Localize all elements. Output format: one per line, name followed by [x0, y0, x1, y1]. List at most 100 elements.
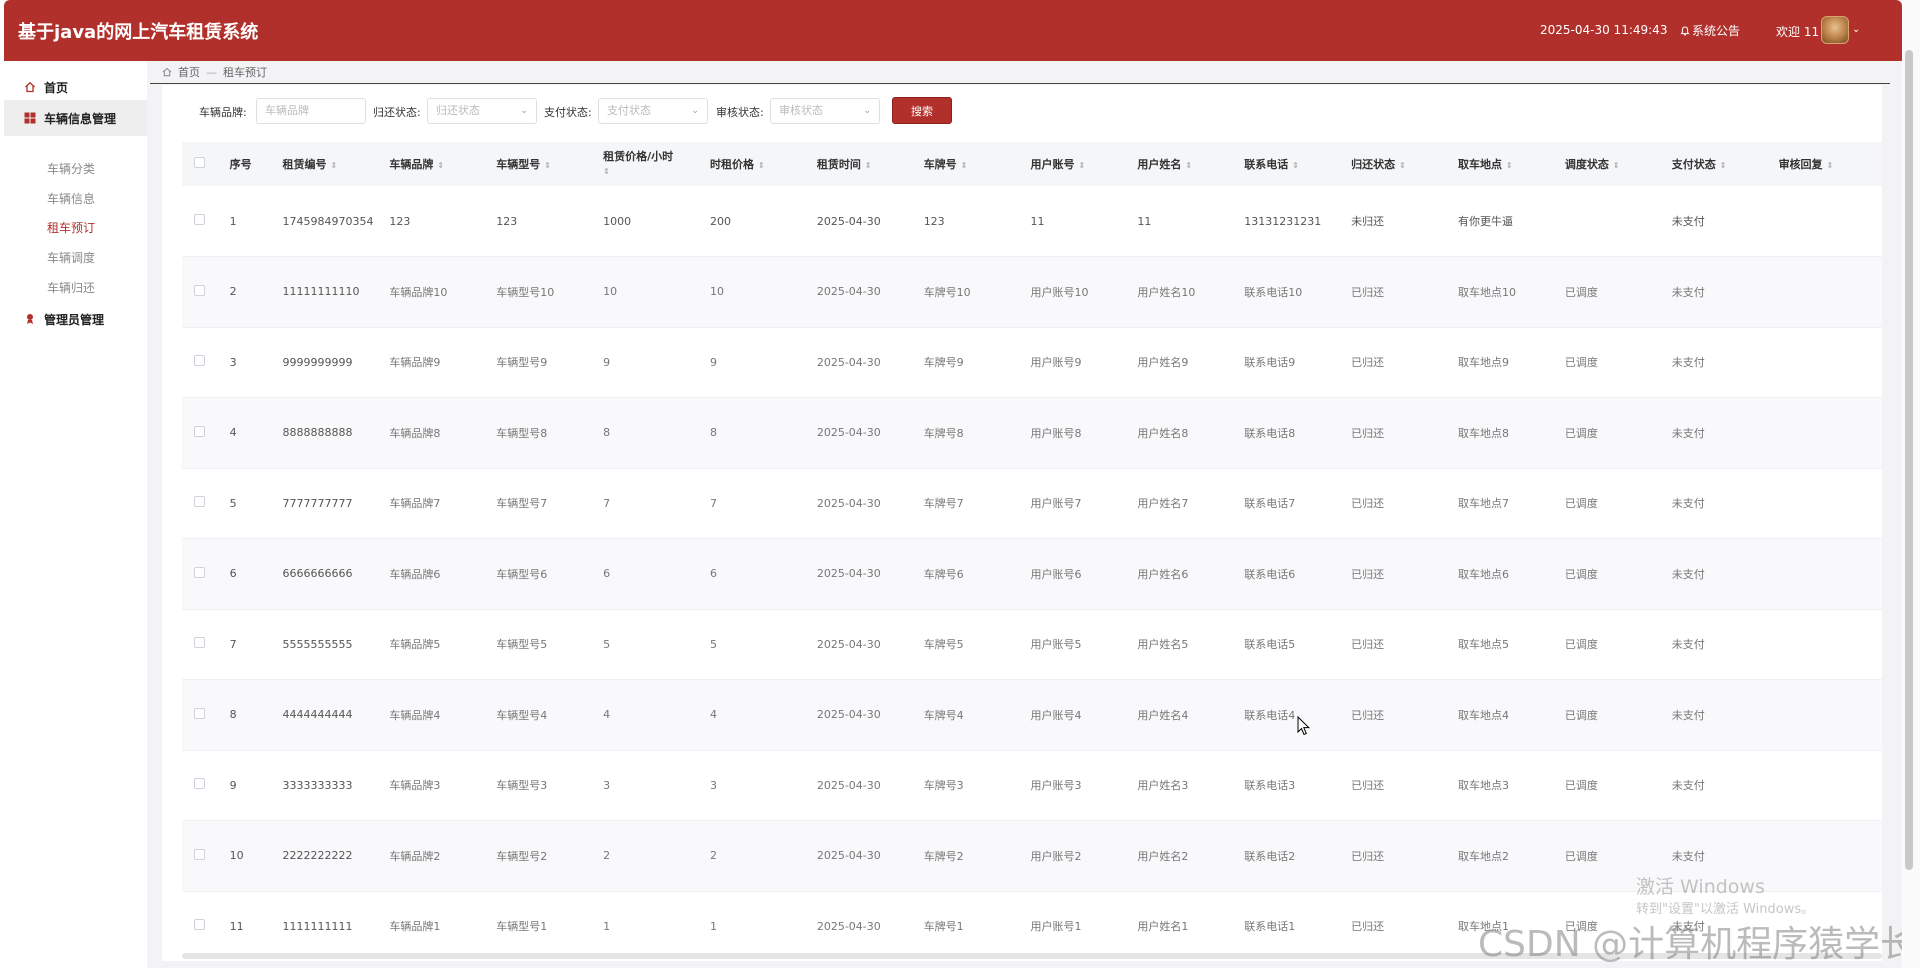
table-row[interactable]: 6 6666666666 车辆品牌6 车辆型号6 6 6 2025-04-30 车牌号6 用户账…: [182, 538, 1882, 610]
cell-rental-no: 2222222222: [270, 820, 378, 892]
row-checkbox[interactable]: [182, 538, 218, 610]
breadcrumb-home[interactable]: 首页: [178, 64, 200, 80]
chevron-down-icon: ⌄: [863, 106, 871, 116]
col-header[interactable]: 取车地点 ⇕: [1445, 142, 1553, 186]
table-row[interactable]: 3 9999999999 车辆品牌9 车辆型号9 9 9 2025-04-30 车牌号9 用户账…: [182, 327, 1882, 398]
col-header[interactable]: 联系电话 ⇕: [1232, 142, 1340, 186]
cell-pay-status: 未支付: [1659, 397, 1767, 469]
col-header[interactable]: 归还状态 ⇕: [1339, 142, 1446, 186]
row-checkbox[interactable]: [182, 468, 218, 539]
sidebar-subitem-vehicle-info[interactable]: 车辆信息: [47, 190, 95, 207]
col-header[interactable]: 时租价格 ⇕: [697, 142, 805, 186]
cell-plate-no: 车牌号6: [911, 538, 1019, 610]
cell-brand: 车辆品牌2: [377, 820, 485, 892]
row-checkbox[interactable]: [182, 327, 218, 398]
sort-icon: ⇕: [864, 161, 872, 170]
cell-rental-no: 5555555555: [270, 609, 378, 680]
cell-pay-status: 未支付: [1659, 256, 1767, 328]
table-row[interactable]: 7 5555555555 车辆品牌5 车辆型号5 5 5 2025-04-30 车牌号5 用户账…: [182, 609, 1882, 680]
sidebar-subitem-vehicle-return[interactable]: 车辆归还: [47, 279, 95, 296]
col-header[interactable]: 租赁时间 ⇕: [804, 142, 912, 186]
sidebar-item-admin-management[interactable]: 管理员管理: [4, 301, 147, 337]
cell-pickup-location: 取车地点5: [1445, 609, 1553, 680]
cell-dispatch-status: 已调度: [1552, 750, 1660, 821]
row-checkbox[interactable]: [182, 397, 218, 469]
cell-audit-status: [1873, 256, 1882, 328]
cell-user-name: 11: [1125, 186, 1233, 257]
cell-price-per-hour: 8: [591, 397, 698, 469]
col-header[interactable]: 调度状态 ⇕: [1552, 142, 1660, 186]
chevron-down-icon[interactable]: ⌄: [1852, 24, 1860, 35]
col-header[interactable]: 用户姓名 ⇕: [1125, 142, 1233, 186]
row-checkbox[interactable]: [182, 750, 218, 821]
cell-pickup-location: 取车地点3: [1445, 750, 1553, 821]
chevron-down-icon: ⌄: [691, 106, 699, 116]
sort-icon: ⇕: [1399, 161, 1406, 170]
row-checkbox[interactable]: [182, 679, 218, 751]
table-row[interactable]: 8 4444444444 车辆品牌4 车辆型号4 4 4 2025-04-30 车牌号4 用户账…: [182, 679, 1882, 751]
cell-price-per-hour: 9: [591, 327, 698, 398]
table-row[interactable]: 9 3333333333 车辆品牌3 车辆型号3 3 3 2025-04-30 车牌号3 用户账…: [182, 750, 1882, 821]
cell-hourly-price: 9: [697, 327, 805, 398]
audit-status-select[interactable]: 审核状态 ⌄: [770, 98, 880, 124]
col-header[interactable]: 租赁价格/小时 ⇕: [591, 142, 698, 186]
col-header[interactable]: 用户账号 ⇕: [1018, 142, 1126, 186]
row-checkbox[interactable]: [182, 609, 218, 680]
table-row[interactable]: 2 11111111110 车辆品牌10 车辆型号10 10 10 2025-04-30 车牌…: [182, 256, 1882, 328]
col-header[interactable]: 车辆品牌 ⇕: [377, 142, 485, 186]
cell-rental-date: 2025-04-30: [804, 397, 912, 469]
row-checkbox[interactable]: [182, 186, 218, 257]
select-all-checkbox[interactable]: [182, 142, 218, 186]
sort-icon: ⇕: [1826, 161, 1834, 170]
row-checkbox[interactable]: [182, 820, 218, 892]
app-window: 基于java的网上汽车租赁系统 2025-04-30 11:49:43 系统公告…: [4, 0, 1902, 968]
col-header[interactable]: 审核回复 ⇕: [1766, 142, 1874, 186]
return-status-select[interactable]: 归还状态 ⌄: [427, 98, 537, 124]
cell-user-account: 用户账号6: [1018, 538, 1126, 610]
row-checkbox[interactable]: [182, 256, 218, 328]
cell-audit-status: [1873, 327, 1882, 398]
cell-hourly-price: 200: [697, 186, 805, 257]
col-header[interactable]: 车牌号 ⇕: [911, 142, 1019, 186]
sort-icon: ⇕: [1078, 161, 1086, 170]
brand-search-input[interactable]: 车辆品牌: [256, 98, 366, 124]
cell-price-per-hour: 10: [591, 256, 698, 328]
vertical-scrollbar[interactable]: [1905, 50, 1913, 870]
sidebar-subitem-vehicle-dispatch[interactable]: 车辆调度: [47, 249, 95, 266]
col-header[interactable]: 支付状态 ⇕: [1659, 142, 1767, 186]
breadcrumb: 首页 — 租车预订: [162, 64, 267, 80]
sort-icon: ⇕: [330, 161, 338, 170]
sidebar-subitem-vehicle-category[interactable]: 车辆分类: [47, 160, 95, 177]
table-row[interactable]: 1 1745984970354 123 123 1000 200 2025-04-30 123…: [182, 186, 1882, 257]
row-checkbox[interactable]: [182, 891, 218, 961]
breadcrumb-current: 租车预订: [223, 66, 267, 79]
search-button[interactable]: 搜索: [892, 97, 952, 124]
system-notice-link[interactable]: 系统公告: [1680, 22, 1740, 39]
return-status-placeholder: 归还状态: [436, 104, 480, 117]
table-row[interactable]: 10 2222222222 车辆品牌2 车辆型号2 2 2 2025-04-30 车牌号2 用户…: [182, 820, 1882, 892]
cell-user-account: 用户账号3: [1018, 750, 1126, 821]
col-header[interactable]: 车辆型号 ⇕: [484, 142, 592, 186]
avatar[interactable]: [1821, 16, 1849, 44]
sidebar-subitem-rental-booking[interactable]: 租车预订: [47, 219, 95, 236]
cell-return-status: 已归还: [1339, 256, 1446, 328]
chevron-down-icon: ⌄: [520, 106, 528, 116]
cell-rental-date: 2025-04-30: [804, 820, 912, 892]
cell-hourly-price: 2: [697, 820, 805, 892]
cell-audit-reply: [1766, 609, 1874, 680]
pay-status-select[interactable]: 支付状态 ⌄: [598, 98, 708, 124]
table-row[interactable]: 5 7777777777 车辆品牌7 车辆型号7 7 7 2025-04-30 车牌号7 用户账…: [182, 468, 1882, 539]
col-header[interactable]: 租赁编号 ⇕: [270, 142, 378, 186]
system-notice-label: 系统公告: [1692, 24, 1741, 38]
sort-icon: ⇕: [544, 161, 551, 170]
welcome-text: 欢迎 11: [1776, 25, 1820, 39]
sidebar-item-label: 车辆信息管理: [44, 111, 117, 126]
cell-plate-no: 车牌号1: [911, 891, 1019, 961]
cell-audit-reply: [1766, 327, 1874, 398]
cell-dispatch-status: 已调度: [1552, 538, 1660, 610]
sidebar-item-vehicle-management[interactable]: 车辆信息管理: [4, 100, 147, 136]
home-icon: [162, 67, 172, 77]
cell-brand: 车辆品牌5: [377, 609, 485, 680]
sidebar-item-label: 管理员管理: [44, 312, 105, 327]
table-row[interactable]: 4 8888888888 车辆品牌8 车辆型号8 8 8 2025-04-30 车牌号8 用户账…: [182, 397, 1882, 469]
